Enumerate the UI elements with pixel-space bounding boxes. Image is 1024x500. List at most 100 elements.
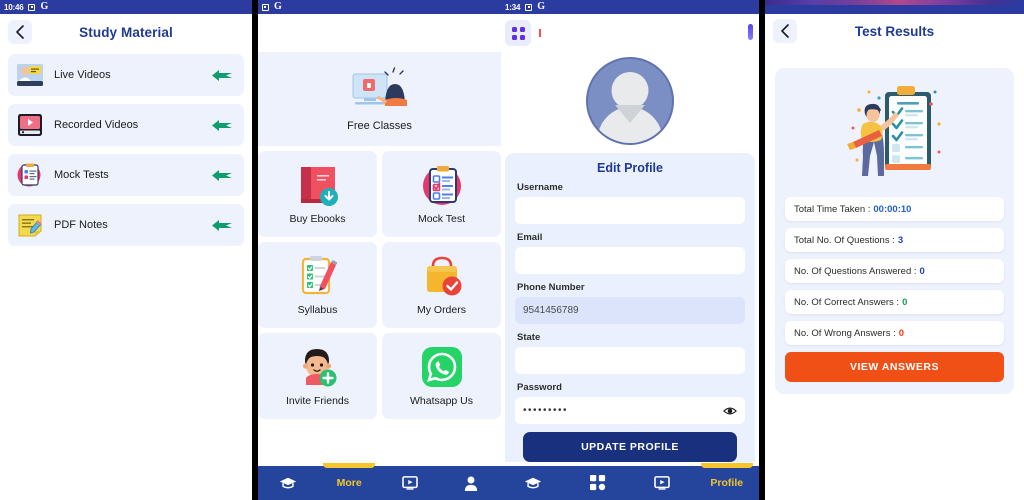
invite-friends-icon <box>302 349 336 387</box>
free-classes-icon <box>352 67 407 106</box>
avatar-head <box>611 72 649 109</box>
panel-edit-profile: 1:34 G Edit Profile Username Email Phone… <box>501 0 759 500</box>
card-title: Edit Profile <box>597 161 663 175</box>
scrollbar-thumb[interactable] <box>748 24 753 40</box>
update-profile-button[interactable]: UPDATE PROFILE <box>523 432 737 462</box>
battery-icon <box>262 3 269 11</box>
stat-label: Total Time Taken : <box>794 203 871 215</box>
tile-buy-ebooks[interactable]: Buy Ebooks <box>258 151 377 237</box>
video-screen-icon <box>402 476 418 490</box>
bottom-navigation: Profile <box>501 463 760 500</box>
list-item-live-videos[interactable]: Live Videos <box>8 54 244 96</box>
cursor-caret <box>539 29 541 37</box>
orders-bag-icon <box>426 256 461 296</box>
google-g-icon: G <box>40 1 49 12</box>
tile-mock-test[interactable]: Mock Test <box>382 151 501 237</box>
tile-label: Syllabus <box>297 304 338 316</box>
tile-label: Free Classes <box>347 120 412 132</box>
status-time: 10:46 <box>4 2 24 12</box>
status-bar-artifact <box>765 0 1024 5</box>
nav-item-profile[interactable] <box>440 466 501 500</box>
stat-questions-answered: No. Of Questions Answered : 0 <box>785 259 1004 283</box>
tile-label: Buy Ebooks <box>289 213 346 225</box>
video-screen-icon <box>654 476 671 490</box>
password-input[interactable]: ••••••••• <box>515 397 745 424</box>
active-tab-indicator <box>323 463 376 468</box>
tile-whatsapp-us[interactable]: Whatsapp Us <box>382 333 501 419</box>
multi-panel-screenshot: 10:46 G Study Material Live Videos Recor… <box>0 0 1024 500</box>
stat-value: 00:00:10 <box>873 203 912 215</box>
stat-label: Total No. Of Questions : <box>794 234 895 246</box>
status-bar: 10:46 G <box>0 0 252 14</box>
stat-value: 3 <box>897 234 904 246</box>
list-item-label: Live Videos <box>54 69 111 81</box>
stat-total-time: Total Time Taken : 00:00:10 <box>785 197 1004 221</box>
status-time: 1:34 <box>505 2 521 12</box>
view-answers-button[interactable]: VIEW ANSWERS <box>785 352 1004 382</box>
list-item-pdf-notes[interactable]: PDF Notes <box>8 204 244 246</box>
list-item-label: PDF Notes <box>54 219 108 231</box>
tile-syllabus[interactable]: Syllabus <box>258 242 377 328</box>
grid-apps-icon <box>589 475 605 491</box>
home-tile-grid: Buy Ebooks Mock Test Syllabus My Orders … <box>258 146 501 419</box>
battery-icon <box>28 3 36 11</box>
ebook-download-icon <box>300 167 338 206</box>
list-item-label: Recorded Videos <box>54 119 139 131</box>
email-input[interactable] <box>515 247 745 274</box>
eye-icon[interactable] <box>723 406 737 416</box>
nav-item-profile[interactable]: Profile <box>695 463 760 500</box>
recorded-video-icon <box>18 114 42 136</box>
field-label-password: Password <box>517 382 562 393</box>
study-header: Study Material <box>0 14 252 50</box>
tile-label: Invite Friends <box>285 395 350 407</box>
nav-item-courses[interactable] <box>501 466 566 500</box>
tile-invite-friends[interactable]: Invite Friends <box>258 333 377 419</box>
page-title: Study Material <box>79 24 173 40</box>
default-avatar-icon <box>586 57 674 145</box>
nav-item-videos[interactable] <box>630 466 695 500</box>
nav-item-more[interactable]: More <box>319 463 380 500</box>
mock-test-icon <box>422 166 461 205</box>
profile-toolbar <box>501 14 759 52</box>
tile-free-classes[interactable]: Free Classes <box>258 52 501 146</box>
password-masked-value: ••••••••• <box>523 405 569 416</box>
stat-wrong-answers: No. Of Wrong Answers : 0 <box>785 321 1004 345</box>
list-item-label: Mock Tests <box>54 169 109 181</box>
grid-apps-icon <box>511 26 525 40</box>
study-material-list: Live Videos Recorded Videos Mock Tests P… <box>0 50 252 246</box>
field-label-username: Username <box>517 182 563 193</box>
grid-dot <box>519 34 525 40</box>
status-bar <box>765 0 1024 14</box>
tile-my-orders[interactable]: My Orders <box>382 242 501 328</box>
arrow-right-icon <box>212 169 232 181</box>
nav-item-label: Profile <box>710 477 744 489</box>
nav-item-more[interactable] <box>566 466 631 500</box>
nav-item-courses[interactable] <box>258 466 319 500</box>
edit-profile-card: Edit Profile Username Email Phone Number… <box>505 153 755 462</box>
avatar-container[interactable] <box>501 52 759 153</box>
checklist-person-icon <box>846 86 941 176</box>
stat-total-questions: Total No. Of Questions : 3 <box>785 228 1004 252</box>
pdf-notes-icon <box>18 214 42 237</box>
google-g-icon: G <box>274 1 282 12</box>
list-item-mock-tests[interactable]: Mock Tests <box>8 154 244 196</box>
test-results-card: Total Time Taken : 00:00:10 Total No. Of… <box>775 68 1014 394</box>
state-input[interactable] <box>515 347 745 374</box>
battery-icon <box>525 3 533 11</box>
username-input[interactable] <box>515 197 745 224</box>
active-tab-indicator <box>700 463 753 468</box>
graduation-cap-icon <box>525 477 542 489</box>
nav-item-videos[interactable] <box>380 466 441 500</box>
grid-apps-button[interactable] <box>505 20 531 46</box>
status-bar: G <box>258 0 501 14</box>
results-illustration <box>785 80 1004 185</box>
phone-input[interactable]: 9541456789 <box>515 297 745 324</box>
results-header: Test Results <box>765 14 1024 48</box>
home-header <box>258 14 501 52</box>
panel-test-results: Test Results Total Time Taken: 00:00:10… <box>765 0 1024 500</box>
stat-label: No. Of Correct Answers : <box>794 296 900 308</box>
list-item-recorded-videos[interactable]: Recorded Videos <box>8 104 244 146</box>
arrow-right-icon <box>212 119 232 131</box>
tile-label: Whatsapp Us <box>409 395 474 407</box>
stat-correct-answers: No. Of Correct Answers : 0 <box>785 290 1004 314</box>
